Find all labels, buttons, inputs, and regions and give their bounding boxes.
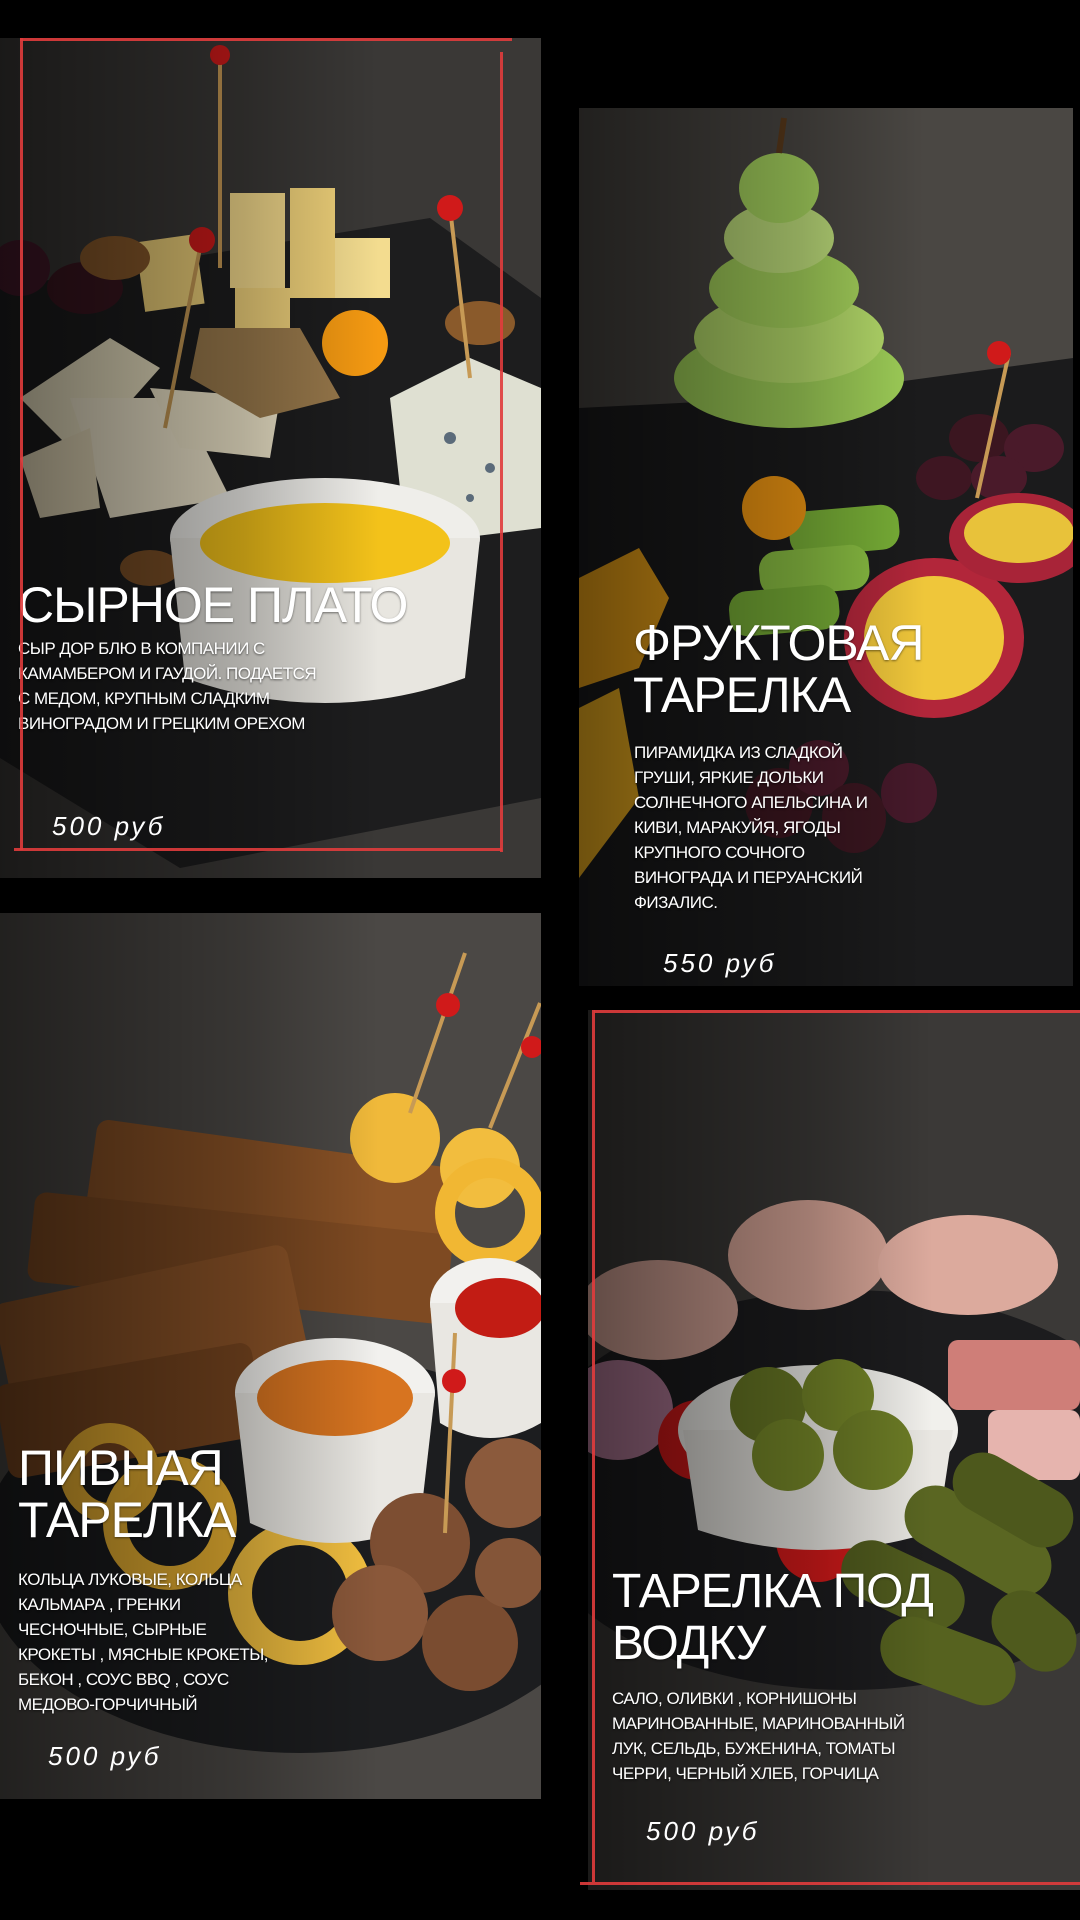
beer-plate-title-line2: ТАРЕЛКА [18, 1492, 236, 1548]
vodka-plate-title-line2: ВОДКУ [612, 1617, 766, 1670]
frame-line-top [594, 1010, 1080, 1013]
fruit-plate-title-line2: ТАРЕЛКА [633, 667, 851, 723]
frame-line-right [500, 52, 503, 852]
fruit-plate-description: ПИРАМИДКА ИЗ СЛАДКОЙ ГРУШИ, ЯРКИЕ ДОЛЬКИ… [634, 743, 868, 912]
menu-card-beer-plate: ПИВНАЯ ТАРЕЛКА КОЛЬЦА ЛУКОВЫЕ, КОЛЬЦА КА… [0, 913, 541, 1799]
menu-card-cheese-platter: СЫРНОЕ ПЛАТО СЫР ДОР БЛЮ В КОМПАНИИ С КА… [0, 38, 541, 878]
cheese-platter-description: СЫР ДОР БЛЮ В КОМПАНИИ С КАМАМБЕРОМ И ГА… [18, 639, 317, 733]
vodka-plate-price: 500 руб [646, 1816, 760, 1846]
cheese-platter-title: СЫРНОЕ ПЛАТО [18, 577, 408, 633]
frame-line-left [592, 1010, 595, 1882]
fruit-plate-title-line1: ФРУКТОВАЯ [633, 615, 924, 671]
beer-plate-title-line1: ПИВНАЯ [18, 1440, 224, 1496]
vodka-plate-description: САЛО, ОЛИВКИ , КОРНИШОНЫ МАРИНОВАННЫЕ, М… [612, 1689, 905, 1783]
frame-line-bottom [14, 848, 502, 851]
fruit-plate-price: 550 руб [663, 948, 777, 978]
frame-line-left [20, 38, 23, 850]
cheese-platter-price: 500 руб [52, 811, 166, 841]
text-shade [0, 38, 541, 878]
frame-line-top [20, 38, 512, 41]
menu-card-fruit-plate: ФРУКТОВАЯ ТАРЕЛКА ПИРАМИДКА ИЗ СЛАДКОЙ Г… [579, 108, 1073, 986]
vodka-plate-title-line1: ТАРЕЛКА ПОД [612, 1565, 934, 1618]
beer-plate-price: 500 руб [48, 1741, 162, 1771]
menu-card-vodka-plate: ТАРЕЛКА ПОД ВОДКУ САЛО, ОЛИВКИ , КОРНИШО… [588, 1010, 1080, 1890]
frame-line-bottom [580, 1882, 1080, 1885]
beer-plate-description: КОЛЬЦА ЛУКОВЫЕ, КОЛЬЦА КАЛЬМАРА , ГРЕНКИ… [18, 1570, 269, 1714]
